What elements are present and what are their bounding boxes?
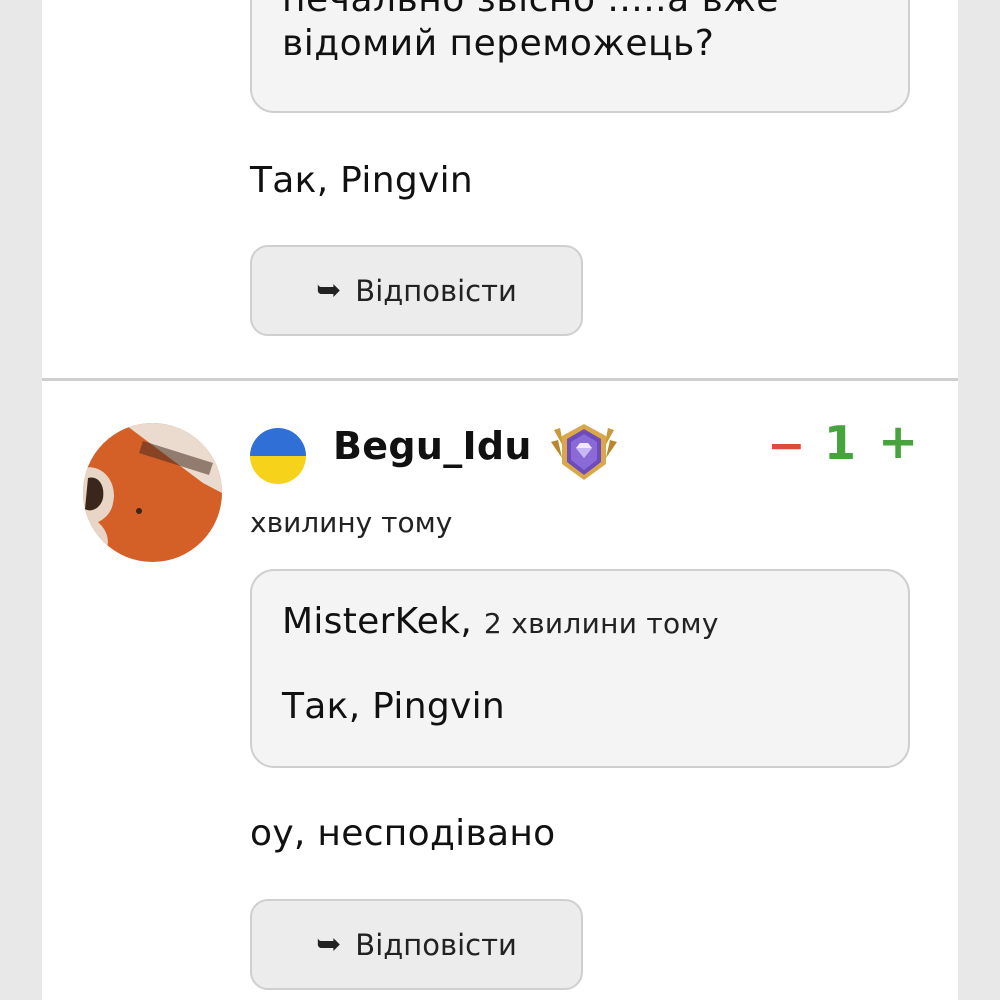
diamond-rank-badge-icon bbox=[550, 420, 618, 486]
downvote-button[interactable]: − bbox=[767, 418, 806, 472]
comment-timestamp: хвилину тому bbox=[250, 506, 453, 539]
reply-button[interactable]: ➥ Відповісти bbox=[250, 899, 583, 990]
vote-count: 1 bbox=[824, 416, 857, 470]
quoted-author[interactable]: MisterKek bbox=[282, 601, 460, 642]
quoted-comment: печально звісно .....а вже відомий перем… bbox=[250, 0, 910, 113]
comments-page: печально звісно .....а вже відомий перем… bbox=[42, 0, 958, 1000]
avatar[interactable] bbox=[83, 423, 222, 562]
comment-text: Так, Pingvin bbox=[250, 160, 473, 201]
reply-arrow-icon: ➥ bbox=[316, 273, 342, 308]
upvote-button[interactable]: + bbox=[878, 414, 918, 470]
comment-divider bbox=[42, 378, 958, 381]
reply-button-label: Відповісти bbox=[355, 927, 517, 962]
quoted-comment-text: Так, Pingvin bbox=[282, 686, 505, 727]
ukraine-flag-icon bbox=[250, 428, 306, 484]
reply-button[interactable]: ➥ Відповісти bbox=[250, 245, 583, 336]
username[interactable]: Begu_Idu bbox=[333, 424, 532, 468]
quoted-comment: MisterKek, 2 хвилини тому Так, Pingvin bbox=[250, 569, 910, 768]
reply-arrow-icon: ➥ bbox=[316, 927, 342, 962]
quoted-comment-time: 2 хвилини тому bbox=[483, 607, 719, 640]
reply-button-label: Відповісти bbox=[355, 273, 517, 308]
quoted-comment-text: печально звісно .....а вже відомий перем… bbox=[282, 0, 778, 64]
comment-text: оу, несподівано bbox=[250, 813, 556, 854]
quoted-author-separator: , bbox=[460, 601, 473, 642]
quoted-comment-header: MisterKek, 2 хвилини тому bbox=[282, 601, 719, 642]
